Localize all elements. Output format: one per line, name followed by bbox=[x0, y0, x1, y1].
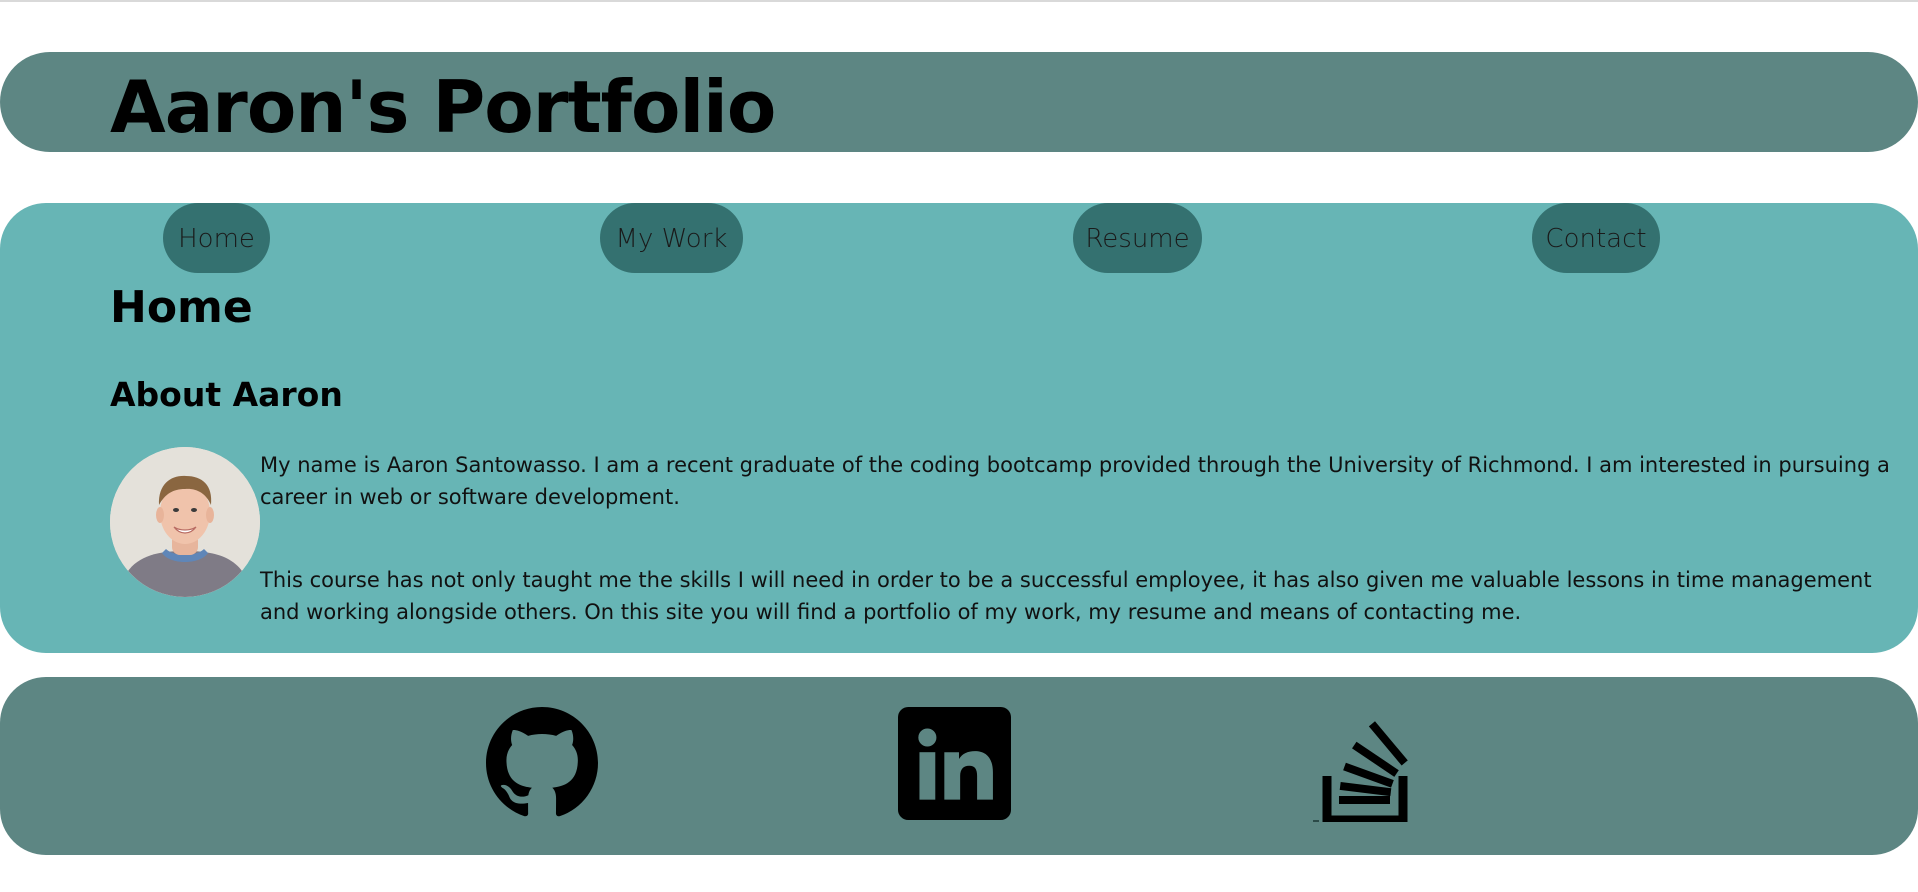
linkedin-icon[interactable] bbox=[898, 707, 1011, 820]
profile-photo bbox=[110, 447, 260, 597]
bio-paragraph: My name is Aaron Santowasso. I am a rece… bbox=[260, 453, 1890, 509]
page-heading: Home bbox=[110, 282, 253, 333]
about-heading: About Aaron bbox=[110, 375, 343, 414]
stackoverflow-icon[interactable] bbox=[1313, 706, 1421, 822]
nav-contact-link[interactable]: Contact bbox=[1532, 203, 1660, 273]
browser-top-border bbox=[0, 0, 1918, 2]
site-title: Aaron's Portfolio bbox=[110, 65, 776, 149]
nav-home-link[interactable]: Home bbox=[163, 203, 270, 273]
nav-resume-link[interactable]: Resume bbox=[1073, 203, 1202, 273]
github-icon[interactable] bbox=[486, 707, 598, 819]
nav-my-work-link[interactable]: My Work bbox=[600, 203, 743, 273]
bio-paragraph: This course has not only taught me the s… bbox=[260, 568, 1872, 624]
